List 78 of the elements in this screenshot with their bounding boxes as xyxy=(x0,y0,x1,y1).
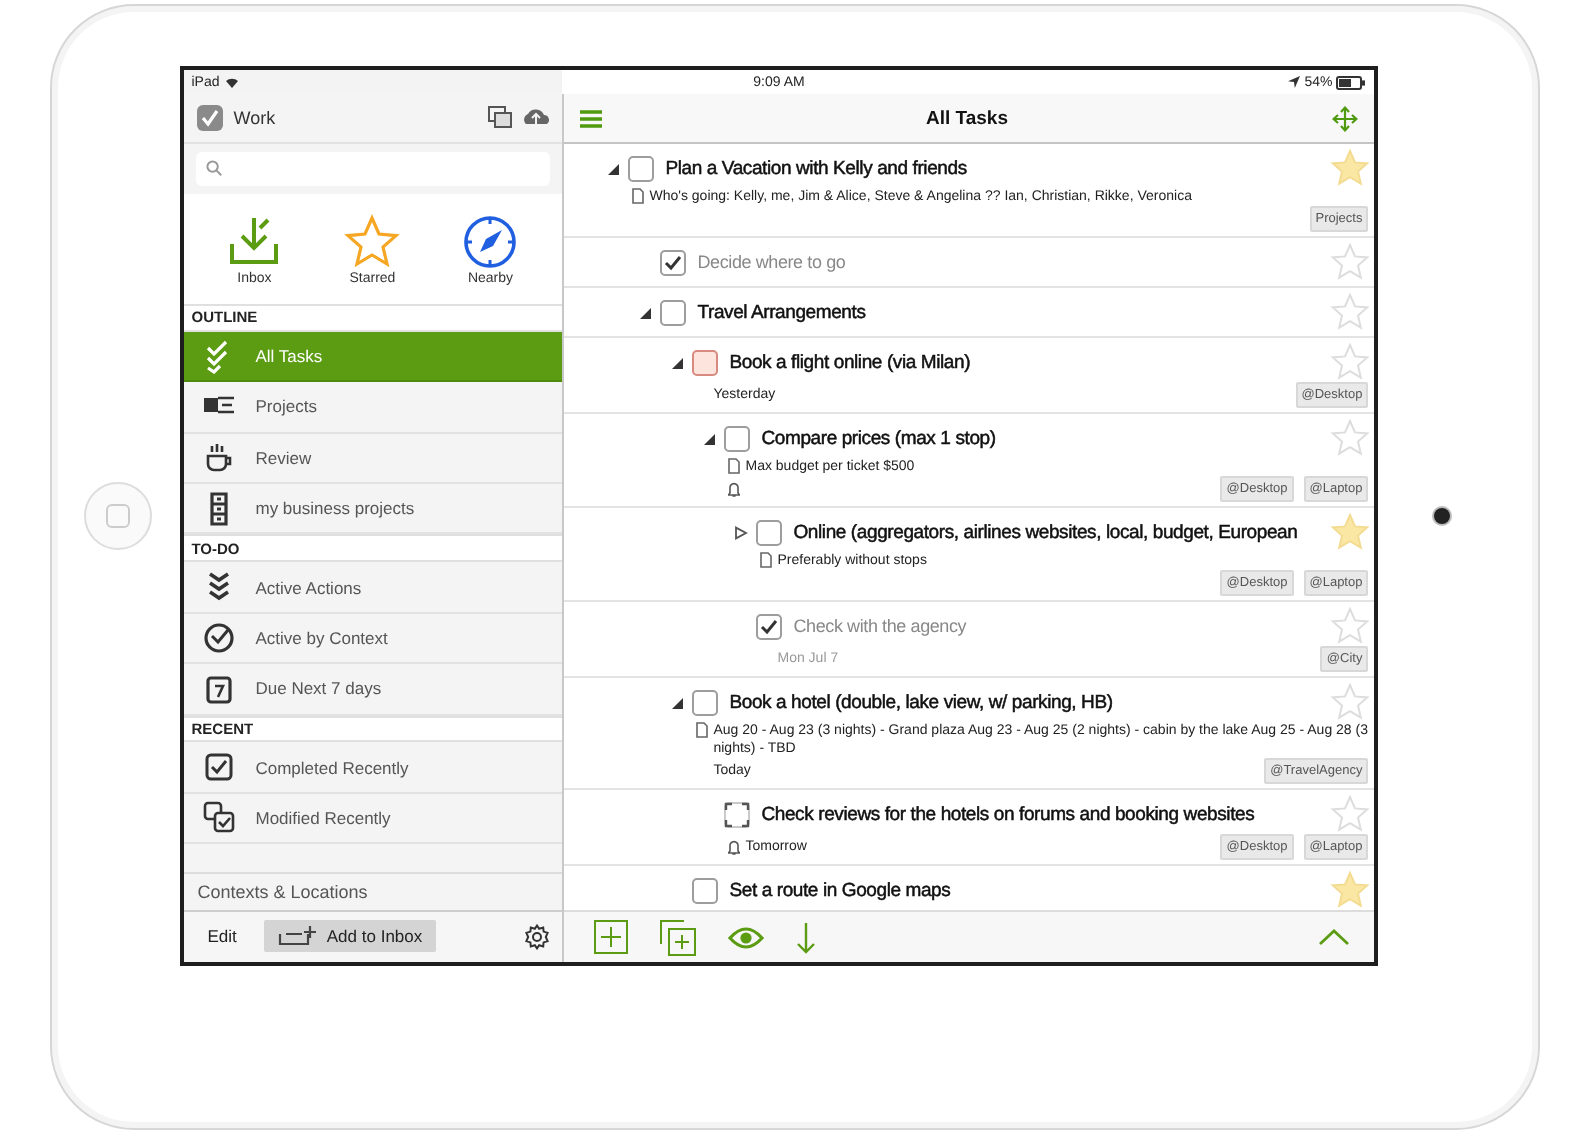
wifi-icon xyxy=(223,76,240,88)
note-icon xyxy=(695,722,708,738)
task-title: Book a hotel (double, lake view, w/ parking, HB) xyxy=(729,691,1113,713)
task-title: Check with the agency xyxy=(793,616,967,636)
view-title: All Tasks xyxy=(923,107,1010,129)
task-title: Plan a Vacation with Kelly and friends xyxy=(665,157,967,179)
stacked-check-icon xyxy=(202,800,237,835)
note-icon xyxy=(727,458,740,474)
checkbox[interactable] xyxy=(755,613,782,639)
sidebar-item[interactable]: Modified Recently xyxy=(183,793,562,845)
settings-icon[interactable] xyxy=(523,923,550,950)
disclosure-icon[interactable] xyxy=(605,161,620,175)
chain-icon xyxy=(210,491,229,526)
checkbox[interactable] xyxy=(723,425,750,451)
app-icon xyxy=(195,103,224,132)
checkbox[interactable] xyxy=(691,689,718,715)
disclosure-icon[interactable] xyxy=(669,355,684,369)
calendar-icon xyxy=(202,671,237,706)
arrow-down-icon[interactable] xyxy=(795,921,816,953)
task-title: Check reviews for the hotels on forums and booking websites xyxy=(761,803,1255,825)
sidebar-link[interactable]: Contexts & Locations xyxy=(183,873,562,910)
edit-button[interactable]: Edit xyxy=(199,920,245,953)
sidebar-item[interactable]: Projects xyxy=(183,382,562,434)
star-icon[interactable] xyxy=(1330,870,1371,910)
star-icon[interactable] xyxy=(1330,606,1371,646)
checkbox[interactable] xyxy=(723,801,750,827)
star-icon[interactable] xyxy=(1330,418,1371,458)
checkbox[interactable] xyxy=(627,155,654,181)
checkbox-icon xyxy=(202,750,237,785)
note-icon xyxy=(759,552,772,568)
check-circle-icon xyxy=(202,620,237,655)
compass-icon[interactable] xyxy=(460,211,521,270)
task-title: Book a flight online (via Milan) xyxy=(729,351,971,373)
checkbox[interactable] xyxy=(755,519,782,545)
note-icon xyxy=(631,188,644,204)
task-title: Compare prices (max 1 stop) xyxy=(761,427,996,449)
caret-up-icon[interactable] xyxy=(1318,928,1351,946)
cloud-sync-icon[interactable] xyxy=(521,108,550,127)
checkbox[interactable] xyxy=(659,299,686,325)
star-icon[interactable] xyxy=(1330,512,1371,552)
add-to-inbox-button[interactable]: Add to Inbox xyxy=(264,920,437,953)
eye-icon[interactable] xyxy=(727,925,764,949)
tray-plus-icon xyxy=(278,926,319,947)
camera-lens xyxy=(1434,508,1451,524)
search-icon xyxy=(205,160,222,177)
star-icon[interactable] xyxy=(1330,342,1371,382)
star-icon[interactable] xyxy=(1330,682,1371,722)
disclosure-icon[interactable] xyxy=(701,431,716,445)
home-button[interactable] xyxy=(83,482,152,550)
windows-icon[interactable] xyxy=(487,106,512,129)
task-title: Online (aggregators, airlines websites, local, budget, European xyxy=(793,521,1298,543)
task-title: Travel Arrangements xyxy=(697,301,866,323)
star-icon[interactable] xyxy=(1330,292,1371,332)
sidebar-item[interactable]: Completed Recently xyxy=(183,742,562,794)
add-multiple-icon[interactable] xyxy=(659,919,696,955)
star-icon[interactable] xyxy=(342,211,403,270)
disclosure-icon[interactable] xyxy=(733,525,748,539)
star-icon[interactable] xyxy=(1330,242,1371,282)
location-icon xyxy=(1288,76,1301,88)
menu-icon[interactable] xyxy=(579,109,602,127)
checkbox[interactable] xyxy=(659,249,686,275)
add-icon[interactable] xyxy=(593,920,628,954)
search-field[interactable] xyxy=(195,151,550,186)
checkbox[interactable] xyxy=(691,877,718,903)
task-title: Set a route in Google maps xyxy=(729,879,951,901)
task-title: Decide where to go xyxy=(697,252,846,272)
checkbox[interactable] xyxy=(691,349,718,375)
disclosure-icon[interactable] xyxy=(669,695,684,709)
disclosure-icon[interactable] xyxy=(637,305,652,319)
sidebar-item[interactable]: Active by Context xyxy=(183,613,562,665)
battery-icon xyxy=(1336,75,1367,89)
project-title: Work xyxy=(233,107,276,128)
mug-icon xyxy=(202,440,237,475)
star-icon[interactable] xyxy=(1330,794,1371,834)
star-icon[interactable] xyxy=(1330,148,1371,188)
sidebar-item[interactable]: Active Actions xyxy=(183,562,562,614)
move-icon[interactable] xyxy=(1332,105,1359,131)
sidebar-item[interactable]: Review xyxy=(183,433,562,485)
